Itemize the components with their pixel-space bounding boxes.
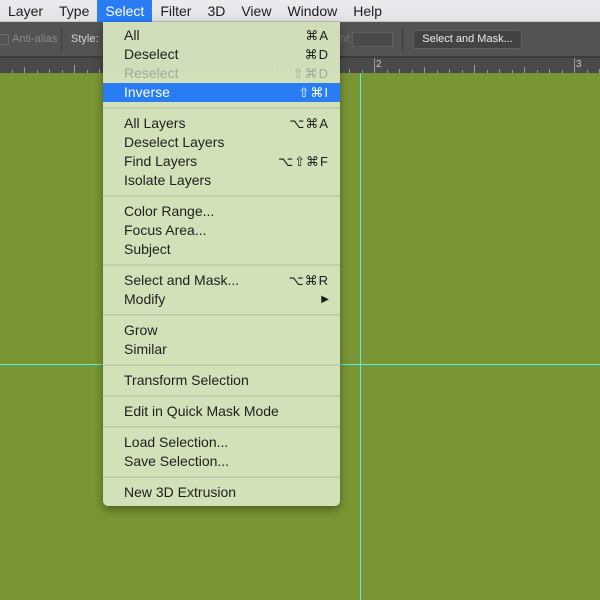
- ruler-tick: [374, 58, 375, 73]
- menu-item-label: Save Selection...: [124, 453, 230, 469]
- menu-item-label: All Layers: [124, 115, 186, 131]
- menu-item-label: Deselect: [124, 46, 179, 62]
- menu-item-inverse[interactable]: Inverse ⇧⌘I: [103, 83, 340, 102]
- menu-item-label: Modify: [124, 291, 166, 307]
- antialias-checkbox[interactable]: [0, 33, 9, 45]
- menu-separator: [103, 390, 340, 402]
- menu-item-label: Inverse: [124, 84, 170, 100]
- menu-item-reselect: Reselect ⇧⌘D: [103, 64, 340, 83]
- menu-item-modify[interactable]: Modify ▶: [103, 290, 340, 309]
- menu-item-deselect-layers[interactable]: Deselect Layers: [103, 133, 340, 152]
- shortcut-label: ⇧⌘D: [292, 66, 329, 81]
- ruler-tick: [574, 58, 575, 73]
- menu-item-deselect[interactable]: Deselect ⌘D: [103, 45, 340, 64]
- menu-item-save-selection[interactable]: Save Selection...: [103, 452, 340, 471]
- menu-separator: [103, 309, 340, 321]
- menu-item-transform-selection[interactable]: Transform Selection: [103, 371, 340, 390]
- menu-item-label: Isolate Layers: [124, 172, 212, 188]
- menu-item-similar[interactable]: Similar: [103, 340, 340, 359]
- options-divider: [402, 28, 403, 51]
- select-and-mask-button[interactable]: Select and Mask...: [413, 30, 522, 49]
- menu-bar: Layer Type Select Filter 3D View Window …: [0, 0, 600, 22]
- menu-separator: [103, 421, 340, 433]
- vertical-guide[interactable]: [360, 73, 361, 600]
- height-label: ht:: [340, 33, 353, 45]
- menu-separator: [103, 190, 340, 202]
- menu-item-label: Focus Area...: [124, 222, 207, 238]
- menu-item-select-and-mask[interactable]: Select and Mask... ⌥⌘R: [103, 271, 340, 290]
- menu-item-load-selection[interactable]: Load Selection...: [103, 433, 340, 452]
- height-field[interactable]: [352, 32, 393, 47]
- shortcut-label: ⌥⌘A: [289, 116, 329, 131]
- shortcut-label: ⌥⇧⌘F: [278, 154, 329, 169]
- style-label: Style:: [71, 33, 99, 45]
- shortcut-label: ⌘D: [304, 47, 329, 62]
- menu-item-label: Load Selection...: [124, 434, 229, 450]
- antialias-label: Anti-alias: [12, 33, 58, 45]
- shortcut-label: ⌥⌘R: [288, 273, 329, 288]
- menu-item-all[interactable]: All ⌘A: [103, 26, 340, 45]
- menu-item-label: Reselect: [124, 65, 179, 81]
- menu-item-label: Subject: [124, 241, 171, 257]
- menu-separator: [103, 359, 340, 371]
- menu-item-subject[interactable]: Subject: [103, 240, 340, 259]
- menu-3d[interactable]: 3D: [199, 0, 233, 22]
- menu-item-color-range[interactable]: Color Range...: [103, 202, 340, 221]
- menu-select[interactable]: Select: [97, 0, 153, 22]
- menu-item-label: New 3D Extrusion: [124, 484, 237, 500]
- menu-item-label: Select and Mask...: [124, 272, 240, 288]
- menu-window[interactable]: Window: [279, 0, 345, 22]
- antialias-option[interactable]: Anti-alias: [0, 33, 57, 45]
- menu-view[interactable]: View: [233, 0, 279, 22]
- select-menu-dropdown: All ⌘A Deselect ⌘D Reselect ⇧⌘D Inverse …: [103, 22, 340, 506]
- ruler-label: 3: [576, 59, 582, 70]
- menu-item-label: Transform Selection: [124, 372, 249, 388]
- menu-separator: [103, 471, 340, 483]
- menu-item-grow[interactable]: Grow: [103, 321, 340, 340]
- menu-item-label: Edit in Quick Mask Mode: [124, 403, 279, 419]
- menu-item-label: All: [124, 27, 140, 43]
- menu-filter[interactable]: Filter: [152, 0, 199, 22]
- shortcut-label: ⌘A: [305, 28, 329, 43]
- ruler-tick: [74, 65, 75, 73]
- ruler-tick: [474, 65, 475, 73]
- menu-item-label: Similar: [124, 341, 167, 357]
- menu-item-all-layers[interactable]: All Layers ⌥⌘A: [103, 114, 340, 133]
- menu-type[interactable]: Type: [51, 0, 97, 22]
- menu-separator: [103, 102, 340, 114]
- menu-item-label: Find Layers: [124, 153, 198, 169]
- submenu-arrow-icon: ▶: [321, 294, 329, 305]
- menu-item-focus-area[interactable]: Focus Area...: [103, 221, 340, 240]
- menu-item-label: Deselect Layers: [124, 134, 225, 150]
- menu-item-edit-quick-mask[interactable]: Edit in Quick Mask Mode: [103, 402, 340, 421]
- menu-item-find-layers[interactable]: Find Layers ⌥⇧⌘F: [103, 152, 340, 171]
- options-divider: [61, 28, 62, 51]
- menu-item-isolate-layers[interactable]: Isolate Layers: [103, 171, 340, 190]
- menu-item-label: Color Range...: [124, 203, 215, 219]
- shortcut-label: ⇧⌘I: [298, 85, 329, 100]
- menu-item-label: Grow: [124, 322, 158, 338]
- menu-item-new-3d-extrusion[interactable]: New 3D Extrusion: [103, 483, 340, 502]
- menu-layer[interactable]: Layer: [0, 0, 51, 22]
- menu-help[interactable]: Help: [345, 0, 390, 22]
- menu-separator: [103, 259, 340, 271]
- ruler-label: 2: [376, 59, 382, 70]
